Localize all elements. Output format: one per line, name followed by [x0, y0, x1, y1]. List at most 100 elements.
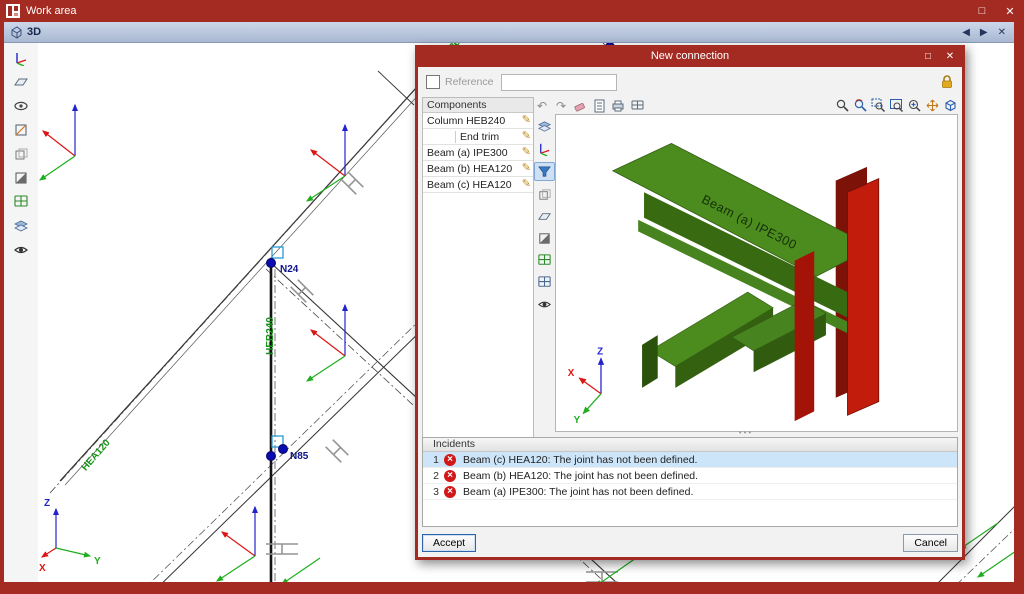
view-tab-label[interactable]: 3D [27, 26, 41, 38]
axis-z-label: Z [44, 498, 50, 509]
local-axes-icon[interactable] [535, 140, 554, 157]
components-panel: Components Column HEB240 ✎ End trim ✎ Be… [422, 97, 534, 439]
main-toolbar [4, 43, 39, 582]
member-diagonal-hea120[interactable] [50, 43, 466, 493]
prev-view-button[interactable]: ◀ [962, 27, 970, 38]
reference-input[interactable] [501, 74, 617, 91]
zoom-rotate-icon[interactable] [852, 98, 868, 113]
clip-plane-icon[interactable] [11, 121, 31, 139]
window-controls: □ ✕ [968, 0, 1024, 22]
section-symbol [326, 440, 349, 463]
section-view-icon[interactable] [11, 169, 31, 187]
visibility-icon[interactable] [11, 241, 31, 259]
edit-icon[interactable]: ✎ [522, 131, 531, 142]
close-view-button[interactable]: ✕ [998, 27, 1006, 38]
model-layers-icon[interactable] [535, 118, 554, 135]
section-icon[interactable] [535, 230, 554, 247]
edit-icon[interactable]: ✎ [522, 163, 531, 174]
incidents-header: Incidents [423, 438, 957, 452]
dialog-titlebar[interactable]: New connection □ ✕ [415, 45, 965, 67]
dialog-maximize-button[interactable]: □ [917, 45, 939, 67]
member-column-heb240[interactable] [271, 263, 275, 582]
print-icon[interactable] [610, 98, 626, 113]
local-axes-arrows [307, 305, 345, 381]
node-n85[interactable]: N85 [267, 436, 309, 462]
axis-x-label: X [568, 368, 575, 379]
edit-icon[interactable]: ✎ [522, 147, 531, 158]
view-cube-icon [10, 26, 23, 39]
new-connection-dialog: New connection □ ✕ Reference Components … [415, 45, 965, 560]
clip-box-icon[interactable] [535, 186, 554, 203]
local-axes-arrows [217, 507, 255, 581]
incidents-panel: Incidents 1 × Beam (c) HEA120: The joint… [422, 437, 958, 527]
local-axes-arrows [40, 105, 75, 180]
axis-z-label: Z [597, 347, 603, 358]
column-front-flange[interactable] [847, 179, 878, 416]
results-table-icon[interactable] [535, 274, 554, 291]
edit-icon[interactable]: ✎ [522, 115, 531, 126]
dialog-footer: Accept Cancel [422, 533, 958, 553]
cancel-button[interactable]: Cancel [903, 534, 958, 552]
visibility-icon[interactable] [535, 296, 554, 313]
dialog-toolbar: ↶ ↷ [534, 97, 958, 114]
pan-icon[interactable] [924, 98, 940, 113]
global-axes-triad: Z Y X [39, 498, 101, 574]
app-window: Work area □ ✕ 3D ◀ ▶ ✕ [0, 0, 1024, 594]
component-row[interactable]: Beam (a) IPE300 ✎ [423, 145, 533, 161]
incident-row[interactable]: 3 × Beam (a) IPE300: The joint has not b… [423, 484, 957, 500]
reference-label: Reference [445, 76, 493, 88]
axis-y-label: Y [94, 556, 101, 567]
zoom-extents-icon[interactable] [888, 98, 904, 113]
accept-button[interactable]: Accept [422, 534, 476, 552]
axes-icon[interactable] [11, 49, 31, 67]
svg-text:N24: N24 [280, 264, 299, 275]
edit-icon[interactable]: ✎ [522, 179, 531, 190]
component-row[interactable]: Beam (c) HEA120 ✎ [423, 177, 533, 193]
incident-row[interactable]: 2 × Beam (b) HEA120: The joint has not b… [423, 468, 957, 484]
reference-row: Reference [418, 67, 962, 97]
component-row[interactable]: Beam (b) HEA120 ✎ [423, 161, 533, 177]
lock-icon[interactable] [940, 74, 954, 89]
error-icon: × [444, 470, 456, 482]
view-tab-bar: 3D ◀ ▶ ✕ [4, 22, 1014, 43]
zoom-selected-icon[interactable] [906, 98, 922, 113]
column-stiffener-plate[interactable] [795, 251, 815, 421]
view-nav: ◀ ▶ ✕ [962, 27, 1006, 38]
close-button[interactable]: ✕ [996, 0, 1024, 22]
layers-icon[interactable] [11, 217, 31, 235]
report-icon[interactable] [591, 98, 607, 113]
viewport-axes-triad: Z X Y [568, 347, 603, 426]
error-icon: × [444, 486, 456, 498]
erase-icon[interactable] [572, 98, 588, 113]
next-view-button[interactable]: ▶ [980, 27, 988, 38]
grid-icon[interactable] [11, 193, 31, 211]
error-icon: × [444, 454, 456, 466]
mesh-grid-icon[interactable] [535, 252, 554, 269]
undo-icon[interactable]: ↶ [534, 98, 550, 113]
window-titlebar[interactable]: Work area □ ✕ [0, 0, 1024, 22]
axis-x-label: X [39, 563, 46, 574]
reference-checkbox[interactable] [426, 75, 440, 89]
zoom-icon[interactable] [834, 98, 850, 113]
bounding-box-icon[interactable] [11, 145, 31, 163]
local-axes-arrows [307, 125, 345, 201]
view-filter-icon[interactable] [534, 162, 555, 181]
workplane-icon[interactable] [11, 73, 31, 91]
redo-icon[interactable]: ↷ [553, 98, 569, 113]
zoom-window-icon[interactable] [870, 98, 886, 113]
view-direction-icon[interactable] [11, 97, 31, 115]
workplane-icon[interactable] [535, 208, 554, 225]
maximize-button[interactable]: □ [968, 0, 996, 22]
component-row[interactable]: End trim ✎ [423, 129, 533, 145]
component-row[interactable]: Column HEB240 ✎ [423, 113, 533, 129]
incident-row[interactable]: 1 × Beam (c) HEA120: The joint has not b… [423, 452, 957, 468]
zoom-toolbar [834, 98, 958, 113]
default-view-icon[interactable] [942, 98, 958, 113]
connection-viewport[interactable]: Beam (a) IPE300 Z X Y [555, 114, 958, 432]
connection-3d-model: Beam (a) IPE300 Z X Y [556, 115, 957, 431]
dialog-close-button[interactable]: ✕ [939, 45, 961, 67]
components-header: Components [423, 98, 533, 113]
table-icon[interactable] [629, 98, 645, 113]
splitter-handle[interactable]: ••• [534, 430, 958, 437]
axis-y-label: Y [574, 415, 581, 426]
